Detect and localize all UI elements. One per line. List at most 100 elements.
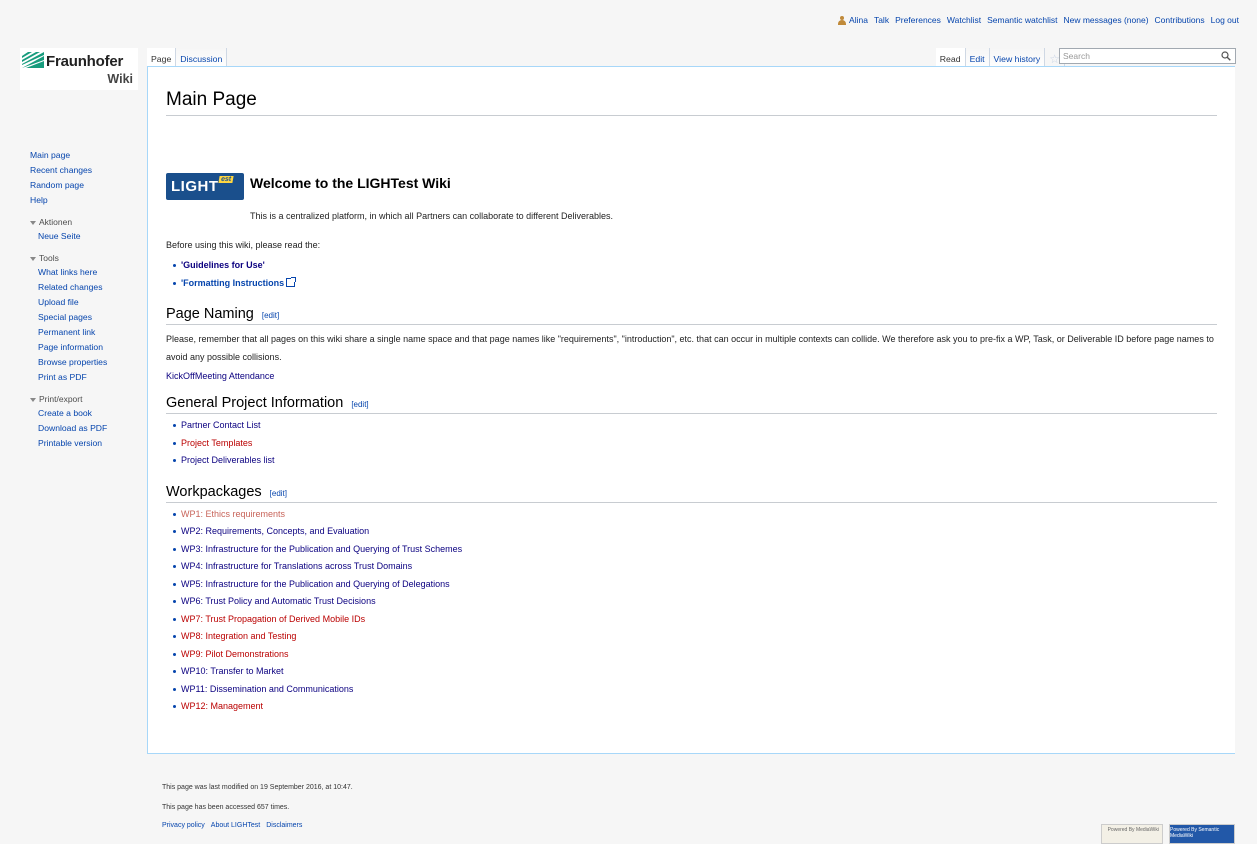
section-title: Page Naming (166, 306, 254, 322)
badge-label: Powered By Semantic MediaWiki (1170, 827, 1220, 839)
sidebar-item-browse-properties[interactable]: Browse properties (38, 357, 107, 367)
semantic-watchlist-link[interactable]: Semantic watchlist (987, 15, 1057, 25)
tab-edit-label: Edit (969, 54, 985, 64)
general-info-list: Partner Contact List Project Templates P… (166, 417, 1217, 470)
list-item: WP5: Infrastructure for the Publication … (173, 576, 1217, 594)
kickoff-attendance-link[interactable]: KickOffMeeting Attendance (166, 371, 274, 381)
wp12-link[interactable]: WP12: Management (181, 701, 263, 711)
list-item: Project Deliverables list (173, 452, 1217, 470)
privacy-policy-link[interactable]: Privacy policy (162, 822, 205, 829)
watchlist-link[interactable]: Watchlist (947, 15, 981, 25)
wp2-link[interactable]: WP2: Requirements, Concepts, and Evaluat… (181, 526, 369, 536)
edit-section-link[interactable]: [edit] (351, 400, 368, 409)
portal-heading-label: Aktionen (39, 217, 73, 227)
section-title: Workpackages (166, 483, 262, 500)
edit-section-link[interactable]: [edit] (262, 311, 279, 320)
wp6-link[interactable]: WP6: Trust Policy and Automatic Trust De… (181, 596, 376, 606)
before-text: Before using this wiki, please read the: (166, 240, 321, 250)
portal-heading-label: Tools (39, 253, 59, 263)
sidebar-portal-print-export: Print/export Create a book Download as P… (30, 391, 142, 451)
list-item: WP6: Trust Policy and Automatic Trust De… (173, 593, 1217, 611)
sidebar-item-related-changes[interactable]: Related changes (38, 282, 103, 292)
welcome-block: LIGHT est Welcome to the LIGHTest Wiki (166, 173, 1217, 203)
user-icon (838, 15, 847, 25)
wp7-link[interactable]: WP7: Trust Propagation of Derived Mobile… (181, 614, 365, 624)
logout-link[interactable]: Log out (1211, 15, 1239, 25)
sidebar-item-special-pages[interactable]: Special pages (38, 312, 92, 322)
formatting-link[interactable]: 'Formatting Instructions (181, 278, 284, 288)
about-link[interactable]: About LIGHTest (211, 822, 260, 829)
sidebar-item-permanent-link[interactable]: Permanent link (38, 327, 95, 337)
wp9-link[interactable]: WP9: Pilot Demonstrations (181, 649, 289, 659)
footer: This page was last modified on 19 Septem… (162, 784, 353, 829)
section-heading-general: General Project Information [edit] (166, 395, 1217, 414)
search-input[interactable] (1060, 51, 1216, 61)
sidebar-item-download-pdf[interactable]: Download as PDF (38, 423, 107, 433)
portal-heading-aktionen[interactable]: Aktionen (30, 214, 142, 229)
lightest-logo[interactable]: LIGHT est (166, 173, 244, 200)
sidebar-item-random-page[interactable]: Random page (30, 180, 84, 190)
portal-heading-tools[interactable]: Tools (30, 250, 142, 265)
sidebar-item-main-page[interactable]: Main page (30, 150, 70, 160)
list-item: WP9: Pilot Demonstrations (173, 646, 1217, 664)
section-title: General Project Information (166, 395, 344, 411)
wp4-link[interactable]: WP4: Infrastructure for Translations acr… (181, 561, 412, 571)
wp10-link[interactable]: WP10: Transfer to Market (181, 666, 284, 676)
list-item: WP11: Dissemination and Communications (173, 681, 1217, 699)
guidelines-list: 'Guidelines for Use' 'Formatting Instruc… (166, 257, 1217, 292)
workpackages-list: WP1: Ethics requirements WP2: Requiremen… (166, 506, 1217, 716)
sidebar-portal-aktionen: Aktionen Neue Seite (30, 214, 142, 244)
list-item: WP4: Infrastructure for Translations acr… (173, 558, 1217, 576)
logo-sub: Wiki (107, 72, 133, 86)
sidebar-item-printable-version[interactable]: Printable version (38, 438, 102, 448)
footer-icons: Powered By MediaWiki Powered By Semantic… (1101, 824, 1235, 844)
welcome-heading: Welcome to the LIGHTest Wiki (250, 175, 451, 191)
sidebar-item-help[interactable]: Help (30, 195, 48, 205)
external-link-icon (286, 276, 297, 287)
portal-heading-print-export[interactable]: Print/export (30, 391, 142, 406)
wp3-link[interactable]: WP3: Infrastructure for the Publication … (181, 544, 462, 554)
wp5-link[interactable]: WP5: Infrastructure for the Publication … (181, 579, 450, 589)
list-item: Project Templates (173, 435, 1217, 453)
project-templates-link[interactable]: Project Templates (181, 438, 252, 448)
list-item: Partner Contact List (173, 417, 1217, 435)
sidebar-item-print-as-pdf[interactable]: Print as PDF (38, 372, 87, 382)
sidebar: Main page Recent changes Random page Hel… (30, 148, 142, 451)
sidebar-item-recent-changes[interactable]: Recent changes (30, 165, 92, 175)
wp1-link[interactable]: WP1: Ethics requirements (181, 509, 285, 519)
sidebar-item-create-book[interactable]: Create a book (38, 408, 92, 418)
semantic-mediawiki-badge-icon[interactable]: Powered By Semantic MediaWiki (1169, 824, 1235, 844)
mediawiki-badge-icon[interactable]: Powered By MediaWiki (1101, 824, 1163, 844)
sidebar-item-what-links-here[interactable]: What links here (38, 267, 97, 277)
view-count: This page has been accessed 657 times. (162, 804, 290, 811)
caret-down-icon (30, 397, 36, 402)
list-item: WP1: Ethics requirements (173, 506, 1217, 524)
sidebar-item-neue-seite[interactable]: Neue Seite (38, 231, 81, 241)
sidebar-portal-tools: Tools What links here Related changes Up… (30, 250, 142, 385)
contributions-link[interactable]: Contributions (1155, 15, 1205, 25)
sidebar-item-upload-file[interactable]: Upload file (38, 297, 79, 307)
deliverables-list-link[interactable]: Project Deliverables list (181, 455, 275, 465)
edit-section-link[interactable]: [edit] (270, 489, 287, 498)
tab-discussion-label: Discussion (180, 54, 223, 64)
logo-brand: Fraunhofer (46, 53, 124, 70)
wp11-link[interactable]: WP11: Dissemination and Communications (181, 684, 353, 694)
new-messages-link[interactable]: New messages (none) (1063, 15, 1148, 25)
user-link[interactable]: Alina (849, 15, 868, 25)
search-icon[interactable] (1221, 51, 1231, 61)
personal-tools: Alina Talk Preferences Watchlist Semanti… (838, 15, 1239, 25)
section-heading-workpackages: Workpackages [edit] (166, 484, 1217, 503)
talk-link[interactable]: Talk (874, 15, 889, 25)
page-title: Main Page (166, 89, 1217, 116)
fraunhofer-logo-icon (22, 52, 44, 68)
sidebar-item-page-information[interactable]: Page information (38, 342, 103, 352)
site-logo[interactable]: Fraunhofer Wiki (20, 48, 138, 90)
guidelines-link[interactable]: 'Guidelines for Use' (181, 260, 265, 270)
naming-paragraph: Please, remember that all pages on this … (166, 334, 1214, 362)
preferences-link[interactable]: Preferences (895, 15, 941, 25)
sidebar-navigation: Main page Recent changes Random page Hel… (30, 148, 142, 208)
partner-contact-link[interactable]: Partner Contact List (181, 420, 261, 430)
tab-read-label: Read (939, 54, 961, 64)
disclaimers-link[interactable]: Disclaimers (266, 822, 302, 829)
wp8-link[interactable]: WP8: Integration and Testing (181, 631, 296, 641)
